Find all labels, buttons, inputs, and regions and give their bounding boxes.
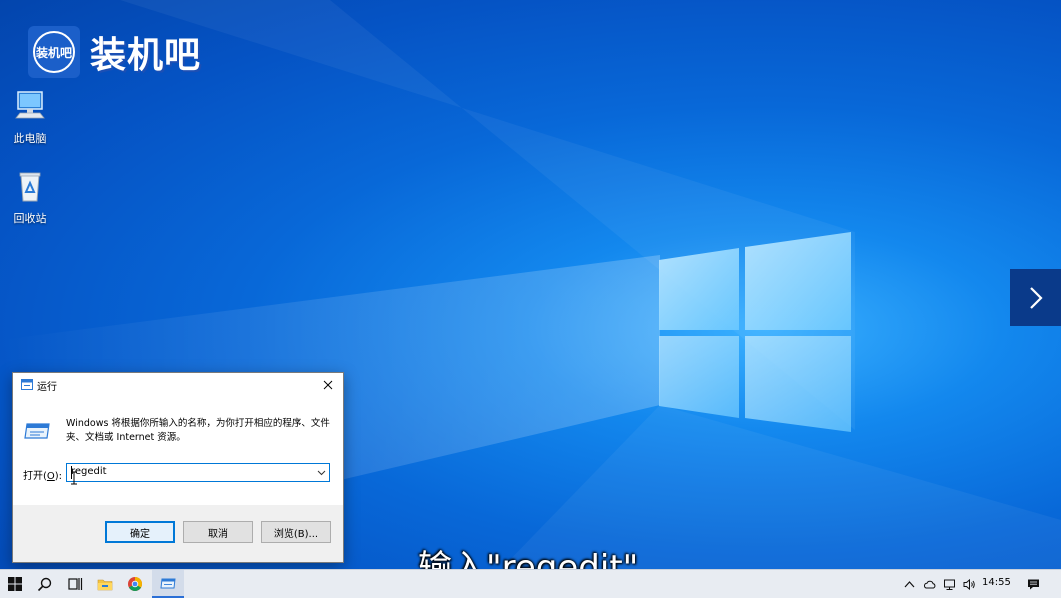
run-icon [21,379,33,390]
network-button[interactable] [940,570,958,598]
i-beam-cursor-icon [71,471,77,485]
cancel-button[interactable]: 取消 [183,521,253,543]
start-icon [8,577,22,591]
volume-icon [963,578,975,590]
open-combobox[interactable]: regedit [66,463,330,482]
show-hidden-icons-button[interactable] [902,570,916,598]
chrome-button[interactable] [120,570,150,598]
volume-button[interactable] [960,570,978,598]
task-view-icon [68,578,83,590]
windows-logo [659,232,851,432]
run-taskbar-button[interactable] [152,570,184,598]
search-icon [37,577,52,592]
watermark-badge: 装机吧 [28,26,80,78]
search-button[interactable] [30,570,60,598]
open-label-accesskey: O [46,471,55,482]
watermark-text: 装机吧 [90,35,202,76]
watermark-badge-text: 装机吧 [33,31,75,73]
open-label-suffix: ): [54,471,63,482]
chevron-down-icon[interactable] [317,468,326,477]
ok-button[interactable]: 确定 [105,521,175,543]
run-dialog: 运行 Windows 将根据你所输入的名称，为你打开相应的程序、文件夹、文档或 … [12,372,344,563]
recycle-bin-icon [19,172,41,202]
file-explorer-icon [97,579,113,591]
start-button[interactable] [0,570,30,598]
onedrive-button[interactable] [920,570,938,598]
action-center-button[interactable] [1022,570,1044,598]
dialog-titlebar[interactable]: 运行 [13,373,343,397]
next-slide-button[interactable] [1010,269,1061,326]
onedrive-icon [923,580,935,588]
notification-icon [1027,579,1039,589]
this-pc-icon [15,91,45,119]
network-icon [943,579,955,590]
browse-button[interactable]: 浏览(B)... [261,521,331,543]
close-button[interactable] [317,375,339,395]
desktop-icon-label: 此电脑 [13,132,47,145]
watermark: 装机吧 装机吧 [28,25,201,79]
close-icon [323,380,333,390]
dialog-description: Windows 将根据你所输入的名称，为你打开相应的程序、文件夹、文档或 Int… [66,418,330,443]
run-program-icon [24,423,50,439]
taskbar: 14:55 [0,569,1061,598]
chevron-up-icon [904,580,914,587]
chrome-icon [128,577,142,591]
file-explorer-button[interactable] [90,570,120,598]
desktop-icon-this-pc[interactable]: 此电脑 [0,88,60,146]
taskbar-clock[interactable]: 14:55 [982,577,1011,588]
run-icon [160,578,176,589]
chevron-right-icon [1029,286,1043,309]
desktop-icon-recycle-bin[interactable]: 回收站 [0,168,60,226]
desktop-icon-label: 回收站 [13,212,47,225]
task-view-button[interactable] [60,570,90,598]
open-label: 打开(O): [23,467,62,482]
dialog-title: 运行 [37,382,57,393]
open-label-prefix: 打开( [23,471,47,482]
